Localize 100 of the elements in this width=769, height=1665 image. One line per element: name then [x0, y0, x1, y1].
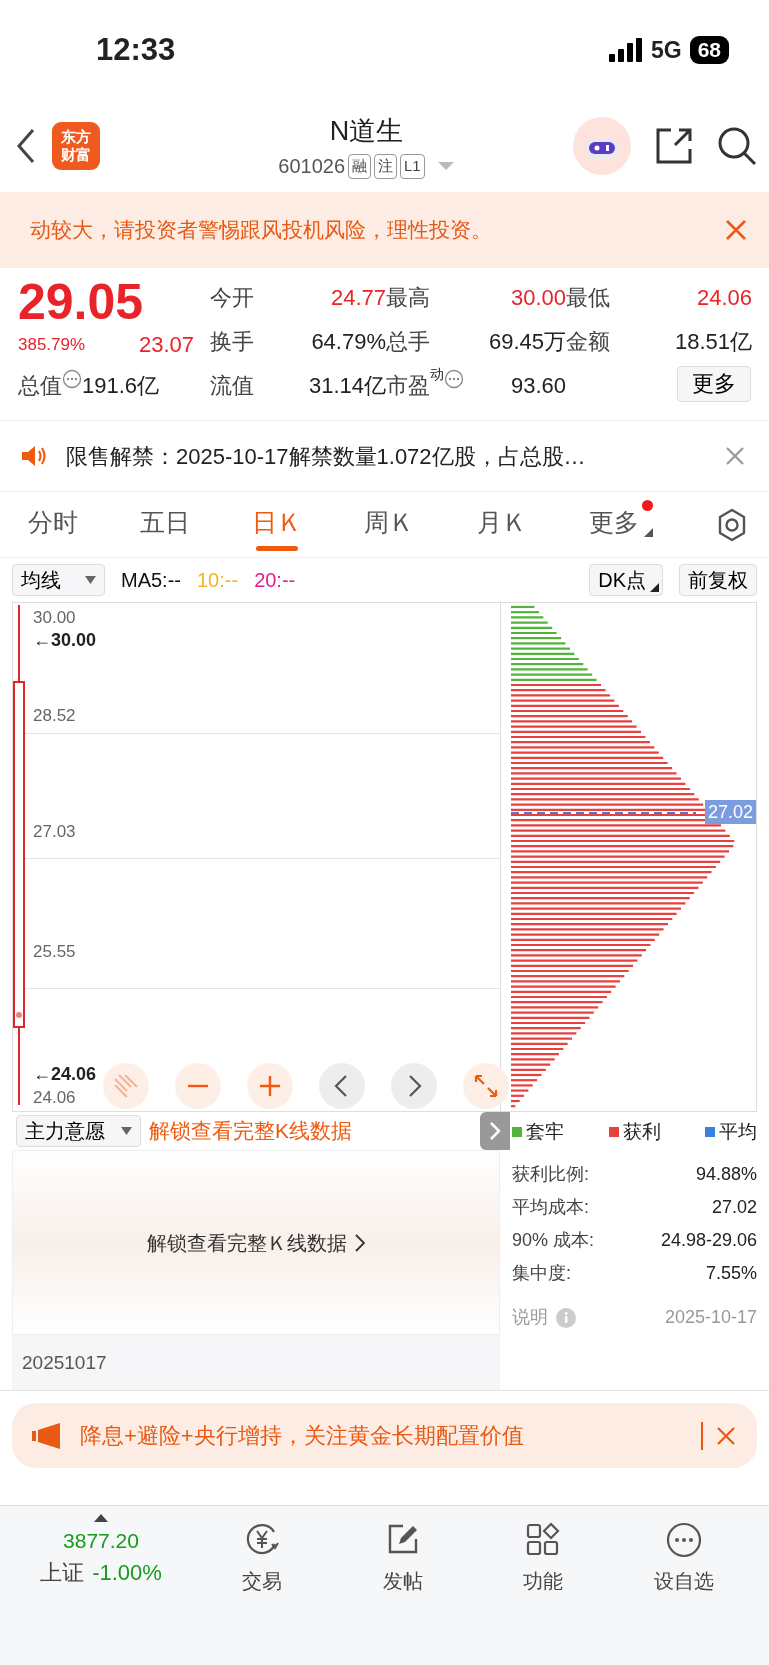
chart-tab[interactable]: 分时: [28, 497, 78, 552]
axis-label: 25.55: [33, 941, 76, 963]
speaker-icon: [20, 444, 46, 468]
field-value: 31.14亿: [307, 372, 386, 400]
field-value: 69.45万: [487, 328, 566, 356]
caret-icon[interactable]: [85, 576, 96, 584]
stock-code: 601026: [278, 154, 346, 180]
field-label: 市盈: [386, 372, 430, 400]
chart-tab[interactable]: 周Ｋ: [364, 497, 415, 552]
index-change[interactable]: -1.00%: [92, 1556, 162, 1589]
chart-date: 20251017: [22, 1352, 107, 1373]
corner-caret-icon[interactable]: [650, 583, 659, 592]
moving-average-label: MA5:--: [121, 568, 181, 593]
close-icon[interactable]: [717, 1426, 735, 1445]
field-label: 总手: [386, 328, 430, 356]
stat-value: 27.02: [711, 1196, 757, 1219]
signal-icon: [608, 38, 643, 62]
field-label: 总值: [18, 372, 62, 400]
more-icon[interactable]: [666, 1522, 702, 1558]
superscript-label: 动: [430, 365, 444, 384]
moving-average-label: 20:--: [254, 568, 296, 593]
risk-warning-text: 动较大，请投资者警惕跟风投机风险，理性投资。: [30, 217, 492, 244]
clock-time: 12:33: [96, 30, 176, 69]
change-percent: 385.79%: [18, 334, 86, 356]
network-label: 5G: [650, 35, 682, 65]
stats-date: 2025-10-17: [664, 1306, 757, 1329]
indicator-select[interactable]: 主力意愿: [16, 1115, 141, 1147]
expand-button[interactable]: [463, 1063, 509, 1109]
chart-tab[interactable]: 更多: [588, 497, 653, 552]
field-value: 93.60: [509, 372, 566, 400]
stat-label: 集中度:: [512, 1262, 571, 1285]
average-cost-label: 27.02: [704, 800, 756, 824]
notification-dot: [641, 499, 653, 511]
stat-label: 90% 成本:: [512, 1229, 595, 1252]
stat-value: 7.55%: [705, 1262, 757, 1285]
stock-tag: L1: [400, 154, 425, 179]
stock-tag: 注: [374, 154, 398, 179]
up-triangle-icon: [94, 1514, 108, 1522]
close-icon[interactable]: [725, 219, 747, 241]
caret-icon[interactable]: [121, 1127, 132, 1135]
field-label: 最高: [386, 284, 430, 312]
stat-value: 94.88%: [695, 1163, 757, 1186]
axis-label: 27.03: [33, 821, 76, 843]
chart-tab[interactable]: 五日: [140, 497, 191, 552]
share-icon[interactable]: [655, 127, 693, 165]
field-label: 换手: [210, 328, 254, 356]
stock-tag: 融: [348, 154, 372, 179]
current-price: 29.05: [18, 274, 145, 330]
field-value: 30.00: [509, 284, 566, 312]
notice-text: 限售解禁：2025-10-17解禁数量1.072亿股，占总股…: [66, 442, 587, 471]
high-price-marker: ←30.00: [33, 629, 97, 652]
axis-label: 28.52: [33, 705, 76, 727]
chevron-right-icon[interactable]: [355, 1233, 365, 1252]
close-icon[interactable]: [725, 446, 745, 466]
megaphone-icon: [32, 1422, 62, 1449]
info-dots-icon[interactable]: [62, 369, 82, 389]
divider-line: [701, 1421, 703, 1450]
info-dots-icon[interactable]: [444, 369, 464, 389]
field-value: 18.51亿: [673, 328, 752, 356]
low-price-marker: ←24.06: [33, 1063, 97, 1086]
stat-label: 平均成本:: [512, 1196, 589, 1219]
field-label: 最低: [566, 284, 610, 312]
stock-name: N道生: [328, 114, 405, 148]
index-name[interactable]: 上证: [40, 1556, 85, 1589]
chevron-right-button[interactable]: [391, 1063, 437, 1109]
expand-panel-button[interactable]: [480, 1112, 510, 1150]
back-icon[interactable]: [16, 128, 36, 164]
robot-avatar-icon[interactable]: [573, 117, 631, 175]
axis-label: 24.06: [33, 1087, 76, 1109]
unlock-prompt[interactable]: 解锁查看完整Ｋ线数据: [147, 1227, 347, 1258]
field-value: 24.06: [695, 284, 752, 312]
field-value: 191.6亿: [82, 372, 160, 400]
stat-label: 获利比例:: [512, 1163, 589, 1186]
nav-item[interactable]: 交易: [206, 1514, 317, 1597]
indicator-select[interactable]: 均线: [12, 564, 105, 596]
apps-icon[interactable]: [525, 1522, 562, 1558]
chevron-left-button[interactable]: [319, 1063, 365, 1109]
legend-label: 平均: [719, 1119, 757, 1144]
field-value: 64.79%: [310, 328, 386, 356]
field-value: 24.77: [329, 284, 386, 312]
legend-label: 套牢: [526, 1119, 564, 1144]
nav-item[interactable]: 功能: [488, 1514, 599, 1597]
dk-point-button[interactable]: DK点: [589, 564, 663, 596]
price-adjust-button[interactable]: 前复权: [679, 564, 757, 596]
field-label: 今开: [210, 284, 254, 312]
chart-tab[interactable]: 月Ｋ: [476, 497, 527, 552]
field-label: 金额: [566, 328, 610, 356]
battery-level: 68: [689, 36, 729, 64]
corner-caret-icon[interactable]: [643, 528, 653, 538]
zoom-in-button[interactable]: [247, 1063, 293, 1109]
nav-item[interactable]: 设自选: [629, 1514, 739, 1597]
stat-value: 24.98-29.06: [660, 1229, 757, 1252]
app-logo: 东方财富: [52, 122, 100, 170]
legend-label: 获利: [622, 1119, 661, 1144]
search-icon[interactable]: [717, 126, 757, 166]
change-amount: 23.07: [138, 331, 194, 359]
more-button[interactable]: 更多: [677, 366, 751, 402]
nav-item[interactable]: 发帖: [347, 1514, 458, 1597]
moving-average-label: 10:--: [197, 568, 239, 593]
field-label: 流值: [210, 372, 254, 400]
